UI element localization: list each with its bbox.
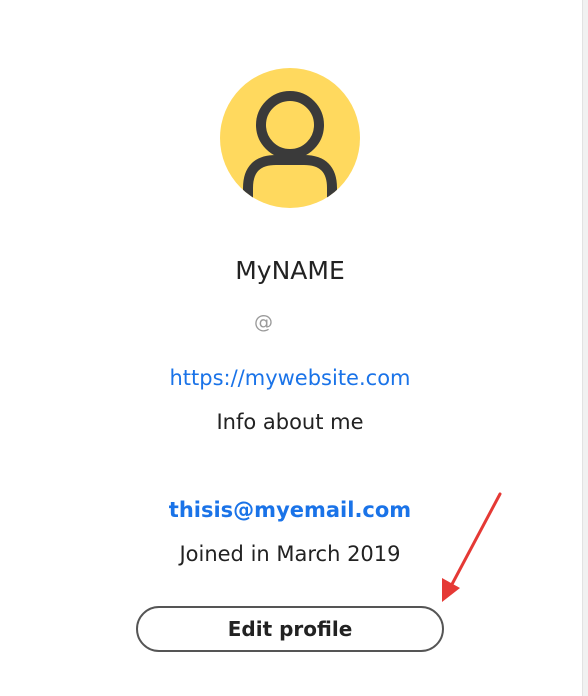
profile-card: MyNAME @ https://mywebsite.com Info abou…: [0, 0, 583, 696]
profile-name: MyNAME: [235, 256, 345, 285]
website-link[interactable]: https://mywebsite.com: [0, 366, 580, 390]
red-arrow-icon: [442, 492, 502, 602]
edit-profile-button[interactable]: Edit profile: [136, 606, 444, 652]
avatar: [220, 68, 360, 208]
user-silhouette-icon: [243, 91, 337, 208]
profile-bio: Info about me: [216, 410, 364, 434]
profile-handle: @: [254, 311, 273, 333]
